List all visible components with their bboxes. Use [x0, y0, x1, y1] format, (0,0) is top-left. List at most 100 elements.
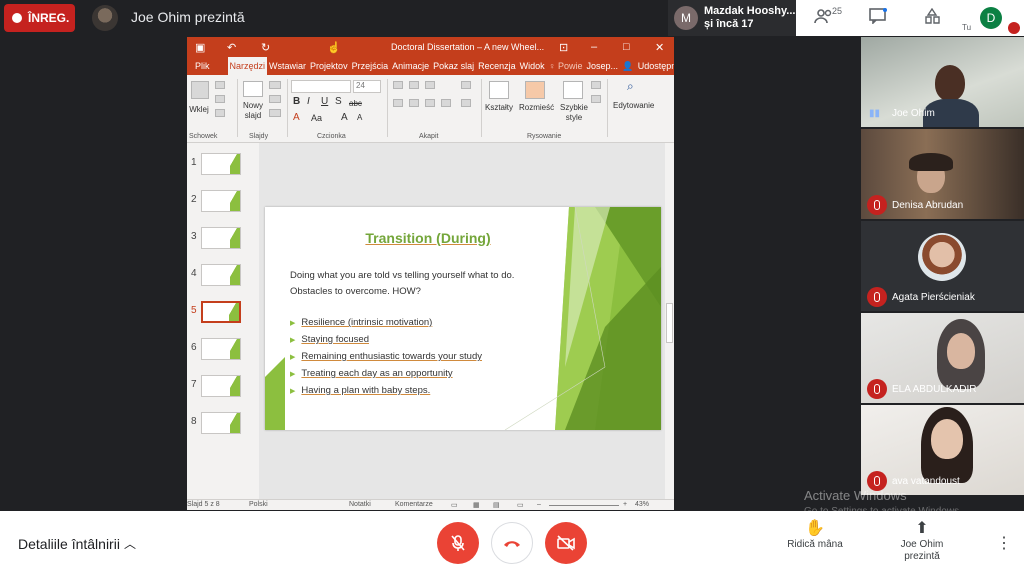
leave-call-button[interactable]	[491, 522, 533, 564]
self-avatar[interactable]: D	[980, 7, 1002, 29]
tab-design[interactable]: Projektov	[308, 61, 350, 71]
grow-font-icon[interactable]: A	[341, 113, 348, 123]
slide-thumbnail[interactable]: 4	[187, 262, 257, 288]
font-size-input[interactable]: 24	[353, 80, 381, 93]
meeting-details-button[interactable]: Detaliile întâlnirii	[18, 536, 120, 552]
notes-button[interactable]: Notatki	[349, 501, 371, 508]
editing-label[interactable]: Edytowanie	[613, 101, 654, 111]
shadow-icon[interactable]: S	[335, 97, 342, 107]
raise-hand-button[interactable]: ✋ Ridică mâna	[775, 521, 855, 551]
new-slide-label[interactable]: Nowy slajd	[239, 101, 267, 121]
slide-thumbnail[interactable]: 8	[187, 410, 257, 436]
tab-review[interactable]: Recenzja	[476, 61, 518, 71]
participant-tile[interactable]: ▮▮ Joe Ohim	[861, 37, 1024, 127]
undo-icon[interactable]: ↶	[227, 41, 236, 54]
search-icon[interactable]: ⌕	[627, 80, 634, 92]
more-options-icon[interactable]: ⋮	[996, 533, 1012, 553]
quick-styles-icon[interactable]	[563, 81, 583, 99]
normal-view-icon[interactable]: ▭	[451, 501, 458, 509]
align-text-icon[interactable]	[461, 99, 471, 107]
shape-fill-icon[interactable]	[591, 81, 601, 89]
current-slide[interactable]: Transition (During) Doing what you are t…	[265, 207, 661, 430]
align-right-icon[interactable]	[425, 99, 435, 107]
maximize-icon[interactable]: □	[623, 41, 630, 53]
bullets-icon[interactable]	[393, 81, 403, 89]
touch-mode-icon[interactable]: ☝	[327, 41, 341, 54]
zoom-slider[interactable]	[549, 505, 619, 506]
justify-icon[interactable]	[441, 99, 451, 107]
arrange-label[interactable]: Rozmieść	[519, 103, 554, 113]
slide-thumbnail[interactable]: 1	[187, 151, 257, 177]
shapes-label[interactable]: Kształty	[485, 103, 513, 113]
reading-view-icon[interactable]: ▤	[493, 501, 500, 509]
align-left-icon[interactable]	[393, 99, 403, 107]
underline-icon[interactable]: U	[321, 97, 328, 107]
sorter-view-icon[interactable]: ▦	[473, 501, 480, 509]
font-color-icon[interactable]: A	[293, 113, 300, 123]
comments-button[interactable]: Komentarze	[395, 501, 433, 508]
zoom-level[interactable]: 43%	[635, 501, 649, 508]
chevron-up-icon[interactable]: ︿	[124, 535, 136, 552]
reset-icon[interactable]	[269, 95, 281, 103]
tab-animations[interactable]: Animacje	[390, 61, 431, 71]
people-icon[interactable]	[814, 8, 834, 28]
shapes-icon[interactable]	[489, 81, 509, 99]
participant-tile[interactable]: ava vatandoust	[861, 405, 1024, 495]
participant-tile[interactable]: ELA ABDULKADIR	[861, 313, 1024, 403]
minimize-icon[interactable]: –	[591, 41, 597, 53]
participant-tile[interactable]: Agata Pierścieniak	[861, 221, 1024, 311]
tab-view[interactable]: Widok	[518, 61, 547, 71]
close-icon[interactable]: ✕	[655, 41, 664, 54]
cut-icon[interactable]	[215, 81, 225, 89]
vertical-scrollbar[interactable]	[665, 143, 674, 499]
tab-user[interactable]: Josep...	[584, 61, 620, 71]
layout-icon[interactable]	[269, 81, 281, 89]
slide-thumbnail[interactable]: 5	[187, 299, 257, 325]
slide-thumbnail[interactable]: 3	[187, 225, 257, 251]
paste-label[interactable]: Wklej	[187, 105, 211, 115]
scroll-thumb[interactable]	[666, 303, 673, 343]
quick-styles-label[interactable]: Szybkie style	[557, 103, 591, 123]
zoom-out-icon[interactable]: –	[537, 501, 541, 508]
tab-home[interactable]: Narzędzi	[227, 57, 268, 75]
activities-icon[interactable]	[922, 7, 942, 28]
new-slide-icon[interactable]	[243, 81, 263, 97]
zoom-in-icon[interactable]: +	[623, 501, 627, 508]
text-direction-icon[interactable]	[461, 81, 471, 89]
share-button[interactable]: 👤 Udostępnij	[620, 61, 674, 72]
numbering-icon[interactable]	[409, 81, 419, 89]
participant-tile[interactable]: Denisa Abrudan	[861, 129, 1024, 219]
shape-outline-icon[interactable]	[591, 95, 601, 103]
slide-thumbnail[interactable]: 7	[187, 373, 257, 399]
recording-button[interactable]: ÎNREG.	[4, 4, 75, 32]
bold-icon[interactable]: B	[293, 97, 300, 107]
mic-off-button[interactable]	[437, 522, 479, 564]
redo-icon[interactable]: ↻	[261, 41, 270, 54]
tab-tell-me[interactable]: ♀ Powie	[547, 61, 585, 71]
format-painter-icon[interactable]	[215, 109, 225, 117]
tab-plik[interactable]: Plik	[187, 61, 228, 71]
ribbon-display-icon[interactable]: ⊡	[559, 41, 568, 54]
camera-off-button[interactable]	[545, 522, 587, 564]
participant-chip[interactable]: M Mazdak Hooshy... și încă 17	[668, 0, 796, 36]
slide-thumbnail[interactable]: 2	[187, 188, 257, 214]
chat-icon[interactable]	[868, 8, 888, 28]
align-center-icon[interactable]	[409, 99, 419, 107]
copy-icon[interactable]	[215, 95, 225, 103]
section-icon[interactable]	[269, 109, 281, 117]
change-case-icon[interactable]: Aa	[311, 113, 322, 123]
shrink-font-icon[interactable]: A	[357, 113, 362, 123]
tab-transitions[interactable]: Przejścia	[350, 61, 391, 71]
paste-icon[interactable]	[191, 81, 209, 99]
slide-thumbnail[interactable]: 6	[187, 336, 257, 362]
italic-icon[interactable]: I	[307, 97, 310, 107]
save-icon[interactable]: ▣	[195, 41, 205, 54]
tab-insert[interactable]: Wstawiar	[267, 61, 308, 71]
indent-icon[interactable]	[425, 81, 435, 89]
tab-slideshow[interactable]: Pokaz slaj	[431, 61, 476, 71]
font-name-input[interactable]	[291, 80, 351, 93]
strikethrough-icon[interactable]: abc	[349, 99, 362, 109]
slideshow-view-icon[interactable]: ▭	[517, 501, 524, 509]
arrange-icon[interactable]	[525, 81, 545, 99]
presenting-button[interactable]: ⬆ Joe Ohim prezintă	[882, 521, 962, 563]
